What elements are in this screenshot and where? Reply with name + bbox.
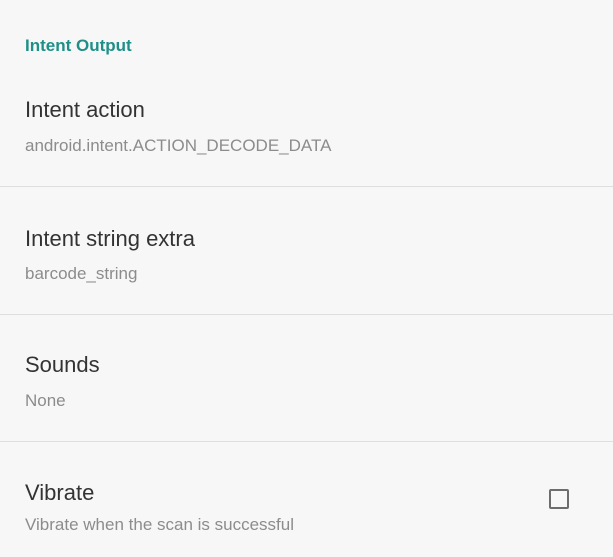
preference-title: Intent action [25, 97, 145, 122]
preference-summary: android.intent.ACTION_DECODE_DATA [25, 136, 332, 155]
preference-intent-string-extra[interactable]: Intent string extra barcode_string [0, 188, 613, 313]
preference-title: Intent string extra [25, 226, 195, 251]
settings-screen: Intent Output Intent action android.inte… [0, 0, 613, 557]
preference-summary: Vibrate when the scan is successful [25, 515, 294, 534]
category-header-intent-output: Intent Output [25, 36, 132, 55]
preference-sounds[interactable]: Sounds None [0, 316, 613, 440]
preference-summary: None [25, 391, 66, 410]
preference-vibrate[interactable]: Vibrate Vibrate when the scan is success… [0, 443, 613, 557]
divider [0, 186, 613, 187]
vibrate-checkbox[interactable] [549, 489, 569, 509]
divider [0, 441, 613, 442]
preference-intent-action[interactable]: Intent action android.intent.ACTION_DECO… [0, 85, 613, 185]
preference-title: Vibrate [25, 480, 95, 505]
divider [0, 314, 613, 315]
preference-title: Sounds [25, 352, 100, 377]
preference-summary: barcode_string [25, 264, 138, 283]
